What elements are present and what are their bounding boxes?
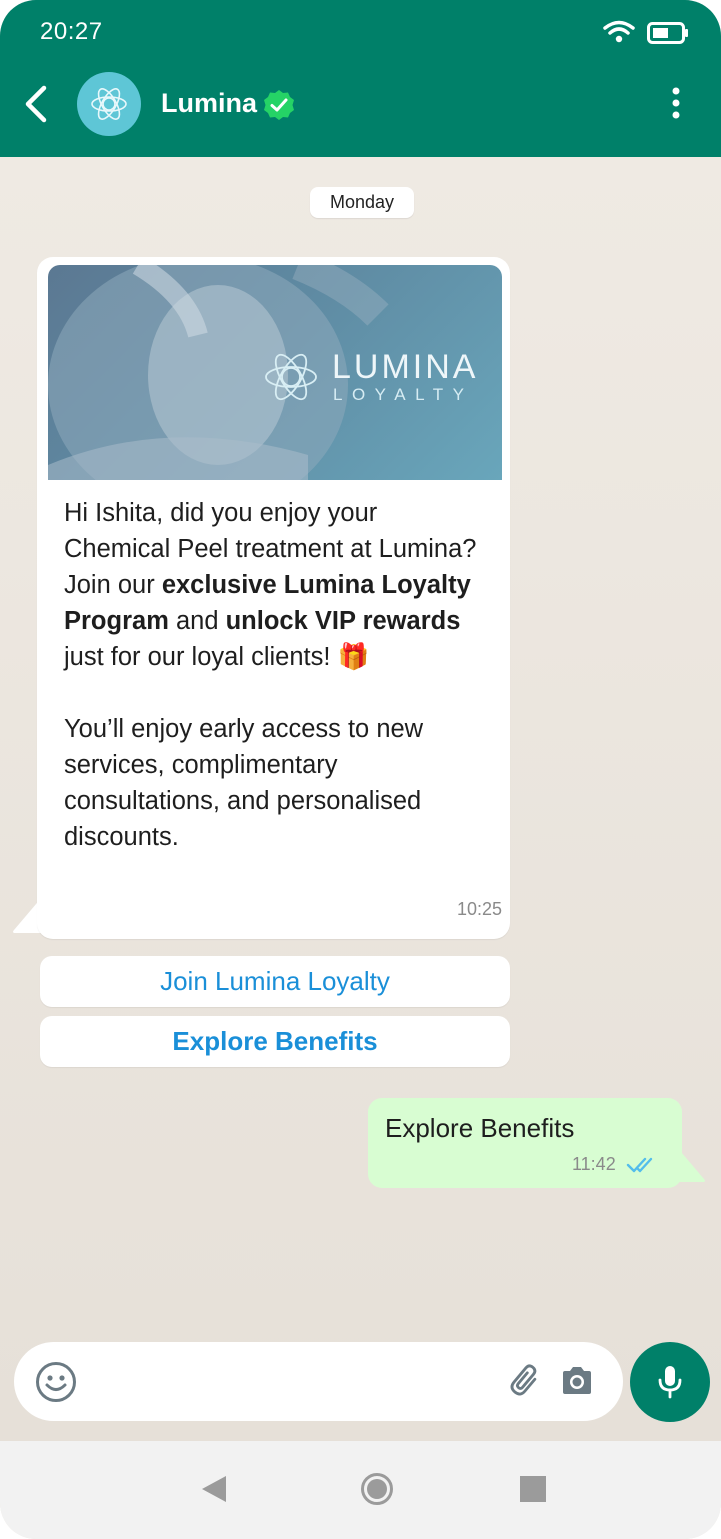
- lumina-logo-icon: [91, 88, 127, 120]
- system-nav-bar: [0, 1441, 721, 1539]
- wifi-icon: [603, 20, 635, 43]
- emoji-icon[interactable]: [35, 1361, 77, 1403]
- date-divider: Monday: [310, 187, 414, 218]
- nav-recents-icon[interactable]: [520, 1476, 546, 1502]
- read-ticks-icon: [626, 1157, 653, 1173]
- text-part: and: [168, 607, 226, 635]
- more-options-icon[interactable]: [666, 86, 686, 122]
- chat-area[interactable]: Monday LUMINA LOYALTY Hi Ishita, did you…: [0, 157, 721, 1441]
- status-bar: 20:27: [0, 0, 721, 64]
- explore-benefits-button[interactable]: Explore Benefits: [40, 1016, 510, 1067]
- attach-paperclip-icon[interactable]: [508, 1363, 544, 1399]
- promo-image: LUMINA LOYALTY: [48, 265, 502, 480]
- outgoing-message[interactable]: Explore Benefits 11:42: [368, 1098, 682, 1188]
- message-input[interactable]: [14, 1342, 623, 1421]
- image-brand-title: LUMINA: [332, 348, 478, 386]
- voice-message-button[interactable]: [630, 1342, 710, 1422]
- text-bold-part: unlock VIP rewards: [225, 607, 461, 635]
- incoming-message[interactable]: LUMINA LOYALTY Hi Ishita, did you enjoy …: [37, 257, 510, 939]
- outgoing-message-time: 11:42: [572, 1154, 616, 1174]
- microphone-icon: [658, 1366, 682, 1399]
- nav-back-icon[interactable]: [200, 1474, 228, 1504]
- back-arrow-icon[interactable]: [20, 84, 54, 124]
- incoming-message-text: Hi Ishita, did you enjoy your Chemical P…: [64, 495, 484, 855]
- chat-header: 20:27 Lumina: [0, 0, 721, 157]
- spa-facial-illustration: LUMINA LOYALTY: [48, 265, 478, 480]
- phone-screen: 20:27 Lumina Monday LUMINA LOYALTY Hi Is…: [0, 0, 721, 1539]
- outgoing-message-text: Explore Benefits: [385, 1113, 575, 1143]
- contact-avatar[interactable]: [77, 72, 141, 136]
- join-loyalty-button[interactable]: Join Lumina Loyalty: [40, 956, 510, 1007]
- battery-icon: [647, 22, 688, 44]
- contact-name[interactable]: Lumina: [161, 88, 257, 119]
- camera-icon[interactable]: [559, 1364, 595, 1398]
- text-part: just for our loyal clients! 🎁 You’ll enj…: [64, 643, 424, 851]
- image-brand-subtitle: LOYALTY: [333, 385, 474, 404]
- incoming-message-time: 10:25: [456, 899, 502, 919]
- nav-home-icon[interactable]: [360, 1472, 394, 1506]
- verified-badge-icon: [264, 90, 294, 120]
- status-time: 20:27: [40, 18, 103, 45]
